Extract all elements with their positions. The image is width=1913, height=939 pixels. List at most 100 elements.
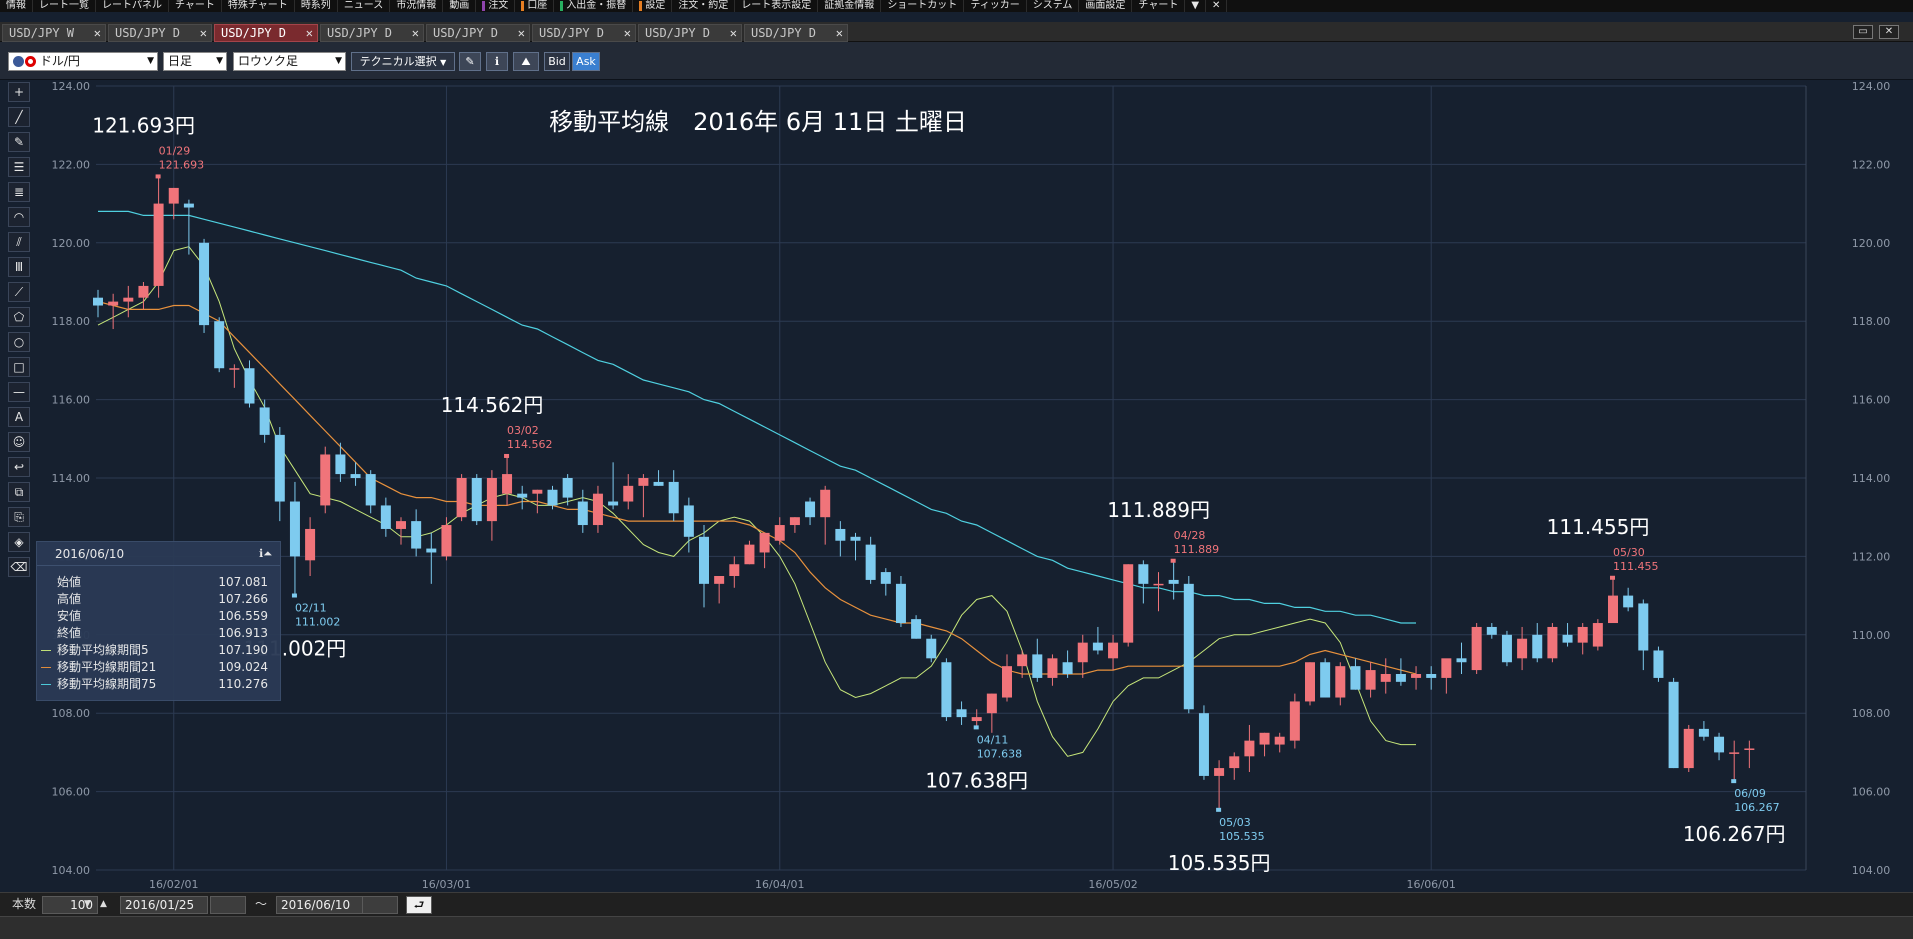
candle[interactable] (1471, 623, 1482, 674)
candle[interactable] (456, 474, 467, 522)
count-up-icon[interactable]: ▲ (100, 896, 107, 914)
text-icon[interactable]: A (8, 407, 30, 427)
chart-tab[interactable]: USD/JPY D ✕ (320, 24, 424, 42)
candle[interactable] (1289, 693, 1300, 749)
chart-tab[interactable]: USD/JPY D ✕ (638, 24, 742, 42)
pair-select[interactable]: ドル/円 ▼ (8, 52, 158, 71)
close-icon[interactable]: ✕ (836, 25, 843, 41)
end-time-input[interactable] (362, 896, 398, 914)
ask-button[interactable]: Ask (572, 52, 600, 71)
candle[interactable] (1183, 576, 1194, 714)
menu-close-icon[interactable]: ✕ (1206, 0, 1228, 12)
arc-icon[interactable]: ◠ (8, 207, 30, 227)
horizontal-lines-icon[interactable]: ☰ (8, 157, 30, 177)
menu-item[interactable]: チャート (169, 0, 222, 12)
candle[interactable] (1592, 619, 1603, 651)
info-panel-header[interactable]: 2016/06/10 ℹ⏶ (37, 542, 280, 566)
start-date-input[interactable]: 2016/01/25 (120, 896, 208, 914)
candlestick-chart[interactable]: 104.00 106.00 108.00 110.00 112.00 114.00 116.… (36, 80, 1913, 892)
candle[interactable] (1123, 564, 1134, 647)
candle[interactable] (941, 658, 952, 722)
undo-icon[interactable]: ↩ (8, 457, 30, 477)
menu-item[interactable]: 情報 (0, 0, 33, 12)
pentagon-icon[interactable]: ⬠ (8, 307, 30, 327)
candle[interactable] (1653, 646, 1664, 682)
close-icon[interactable]: ✕ (200, 25, 207, 41)
reset-range-button[interactable]: ⮐ (406, 896, 432, 914)
emoji-icon[interactable]: ☺ (8, 432, 30, 452)
info-button[interactable]: ℹ (486, 52, 508, 71)
eraser-icon[interactable]: ⌫ (8, 557, 30, 577)
timeframe-select[interactable]: 日足 ▼ (163, 52, 227, 71)
menu-item[interactable]: 入出金・振替 (554, 0, 634, 12)
menu-item[interactable]: 市況情報 (390, 0, 444, 12)
candle[interactable] (1668, 677, 1679, 769)
channel-icon[interactable]: ⫽ (8, 232, 30, 252)
ruler-icon[interactable]: ✎ (8, 132, 30, 152)
menu-item[interactable]: レート表示設定 (735, 0, 819, 12)
close-icon[interactable]: ✕ (94, 25, 101, 41)
horizontal-line-icon[interactable]: — (8, 382, 30, 402)
restore-window-button[interactable]: ▭ (1853, 25, 1873, 39)
candle[interactable] (1683, 724, 1694, 772)
menu-item[interactable]: ティッカー (964, 0, 1027, 12)
count-down-icon[interactable]: ▼ (84, 896, 91, 914)
chart-tab[interactable]: USD/JPY D ✕ (108, 24, 212, 42)
start-time-input[interactable] (210, 896, 246, 914)
close-icon[interactable]: ✕ (730, 25, 737, 41)
menu-item[interactable]: 動画 (443, 0, 477, 12)
candle[interactable] (1320, 658, 1331, 698)
candle[interactable] (320, 446, 331, 514)
candle[interactable] (1501, 630, 1512, 667)
chart-tab[interactable]: USD/JPY D ✕ (214, 24, 318, 42)
draw-color-button[interactable]: ✎ (459, 52, 481, 71)
candle[interactable] (1305, 662, 1315, 706)
candle[interactable] (1198, 705, 1209, 780)
candle[interactable] (199, 238, 210, 333)
menu-item[interactable]: ショートカット (881, 0, 965, 12)
menu-item[interactable]: 口座 (515, 0, 555, 12)
vertical-lines-icon[interactable]: Ⅲ (8, 257, 30, 277)
trendline-icon[interactable]: ╱ (8, 107, 30, 127)
close-window-button[interactable]: ✕ (1879, 25, 1899, 39)
chart-type-select[interactable]: ロウソク足 ▼ (233, 52, 346, 71)
pitchfork-icon[interactable]: ⟋ (8, 282, 30, 302)
menu-item[interactable]: 証拠金情報 (818, 0, 882, 12)
chart-tab[interactable]: USD/JPY D ✕ (744, 24, 848, 42)
ohlc-info-panel[interactable]: 2016/06/10 ℹ⏶ 始値 107.081 高値 107.266 安値 106.55… (36, 541, 281, 701)
copy-icon[interactable]: ⧉ (8, 482, 30, 502)
menu-more-icon[interactable]: ▼ (1185, 0, 1207, 12)
crosshair-icon[interactable]: + (8, 82, 30, 102)
menu-item[interactable]: 特殊チャート (222, 0, 295, 12)
paste-icon[interactable]: ⎘ (8, 507, 30, 527)
menu-item[interactable]: レート一覧 (33, 0, 96, 12)
chart-tab[interactable]: USD/JPY D ✕ (532, 24, 636, 42)
color-icon[interactable]: ◈ (8, 532, 30, 552)
menu-item[interactable]: 注文・約定 (672, 0, 736, 12)
candle[interactable] (214, 317, 225, 373)
menu-item[interactable]: レートパネル (96, 0, 169, 12)
menu-item[interactable]: 注文 (476, 0, 516, 12)
menu-item[interactable]: ニュース (338, 0, 391, 12)
rectangle-icon[interactable]: □ (8, 357, 30, 377)
close-icon[interactable]: ✕ (518, 25, 525, 41)
chart-tab[interactable]: USD/JPY W ✕ (2, 24, 106, 42)
bid-button[interactable]: Bid (544, 52, 570, 71)
menu-item[interactable]: 画面設定 (1079, 0, 1133, 12)
info-collapse-icon[interactable]: ℹ⏶ (259, 542, 272, 566)
circle-icon[interactable]: ○ (8, 332, 30, 352)
candle[interactable] (471, 474, 482, 526)
fibonacci-icon[interactable]: ≣ (8, 182, 30, 202)
end-date-input[interactable]: 2016/06/10 (276, 896, 364, 914)
chart-tab[interactable]: USD/JPY D ✕ (426, 24, 530, 42)
menu-item[interactable]: チャート (1132, 0, 1186, 12)
candle[interactable] (926, 634, 937, 663)
close-icon[interactable]: ✕ (306, 25, 313, 41)
technical-select[interactable]: テクニカル選択 ▼ (351, 52, 455, 71)
close-icon[interactable]: ✕ (412, 25, 419, 41)
chart-style-button[interactable]: ⛰ (513, 52, 539, 71)
menu-item[interactable]: システム (1027, 0, 1080, 12)
candle[interactable] (1547, 623, 1558, 663)
menu-item[interactable]: 設定 (633, 0, 673, 12)
close-icon[interactable]: ✕ (624, 25, 631, 41)
